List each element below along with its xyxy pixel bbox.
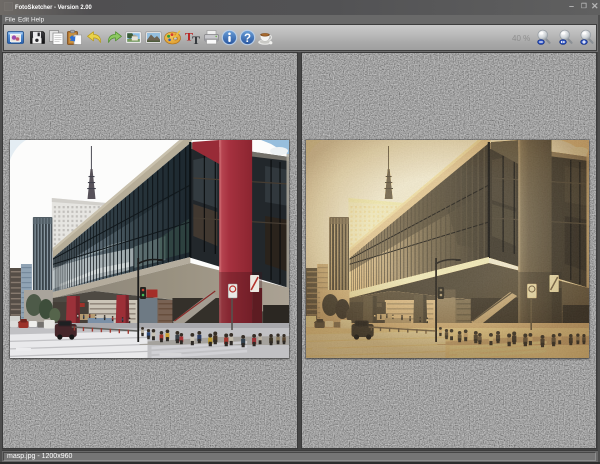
svg-text:T: T xyxy=(192,33,200,46)
svg-text:?: ? xyxy=(244,33,251,45)
